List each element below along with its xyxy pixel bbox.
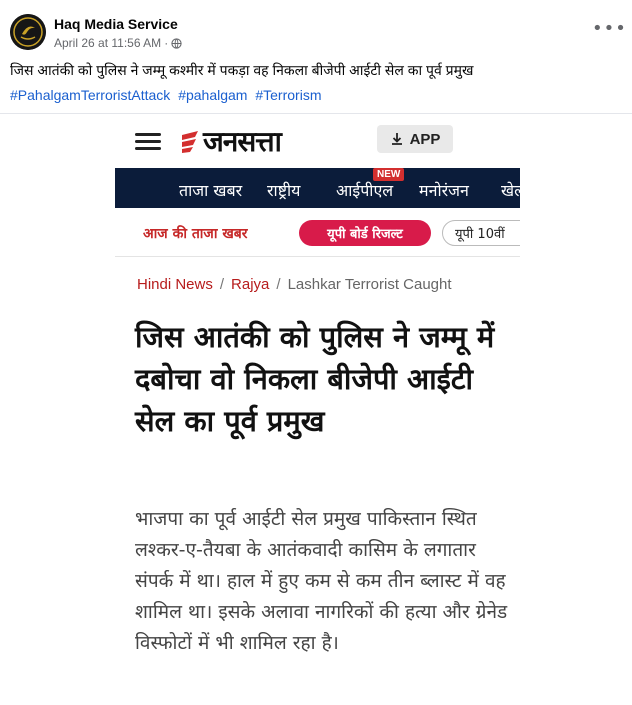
quicklinks-bar: आज की ताजा खबर यूपी बोर्ड रिजल्ट यूपी 10… (115, 210, 520, 257)
site-logo-text: जनसत्ता (203, 125, 282, 158)
new-badge: NEW (373, 168, 405, 181)
post-header: Haq Media Service April 26 at 11:56 AM ·… (10, 14, 626, 54)
nav-item: राष्ट्रीय (267, 181, 301, 200)
article-screenshot-image[interactable]: जनसत्ता APP ताजा खबर राष्ट्रीय आईपीएल मन… (115, 120, 520, 705)
nav-item: मनोरंजन (419, 181, 469, 200)
meta-separator: · (164, 36, 169, 50)
quicklink-pill: यूपी बोर्ड रिजल्ट (299, 220, 431, 246)
hashtag-list: #PahalgamTerroristAttack #pahalgam #Terr… (10, 87, 325, 103)
breadcrumb-item: Lashkar Terrorist Caught (287, 276, 452, 293)
post-timestamp[interactable]: April 26 at 11:56 AM (54, 36, 161, 50)
nav-item: आईपीएल (336, 181, 394, 200)
page-avatar[interactable] (10, 14, 46, 50)
hashtag-link[interactable]: #Terrorism (255, 87, 321, 103)
globe-icon (171, 37, 182, 49)
post-caption: जिस आतंकी को पुलिस ने जम्मू कश्मीर में प… (10, 62, 474, 78)
app-download-button: APP (377, 125, 453, 153)
nav-item: खेल (501, 181, 520, 200)
breadcrumb-separator: / (219, 276, 225, 293)
article-summary: भाजपा का पूर्व आईटी सेल प्रमुख पाकिस्तान… (135, 508, 508, 654)
page-name-link[interactable]: Haq Media Service (54, 16, 178, 32)
breadcrumb-item: Rajya (231, 276, 270, 293)
breadcrumb-item: Hindi News (137, 276, 213, 293)
download-icon (391, 133, 402, 145)
site-header: जनसत्ता APP (115, 120, 520, 166)
breadcrumb: Hindi News / Rajya / Lashkar Terrorist Caugh… (137, 276, 452, 293)
more-options-button[interactable]: ••• (592, 20, 626, 42)
article-headline: जिस आतंकी को पुलिस ने जम्मू में दबोचा वो… (135, 320, 495, 438)
post-meta: April 26 at 11:56 AM · (54, 36, 182, 50)
hamburger-menu-icon (135, 130, 161, 152)
hashtag-link[interactable]: #PahalgamTerroristAttack (10, 87, 170, 103)
breadcrumb-separator: / (276, 276, 281, 293)
nav-item: ताजा खबर (179, 181, 243, 200)
site-nav-bar: ताजा खबर राष्ट्रीय आईपीएल मनोरंजन खेल NE… (115, 168, 520, 208)
quicklink-pill: यूपी 10वीं (442, 220, 520, 246)
hashtag-link[interactable]: #pahalgam (178, 87, 247, 103)
site-logo: जनसत्ता (179, 124, 282, 158)
logo-flame-icon (179, 127, 201, 155)
quicklinks-label: आज की ताजा खबर (143, 226, 248, 242)
divider (0, 113, 632, 114)
app-button-label: APP (409, 130, 441, 148)
